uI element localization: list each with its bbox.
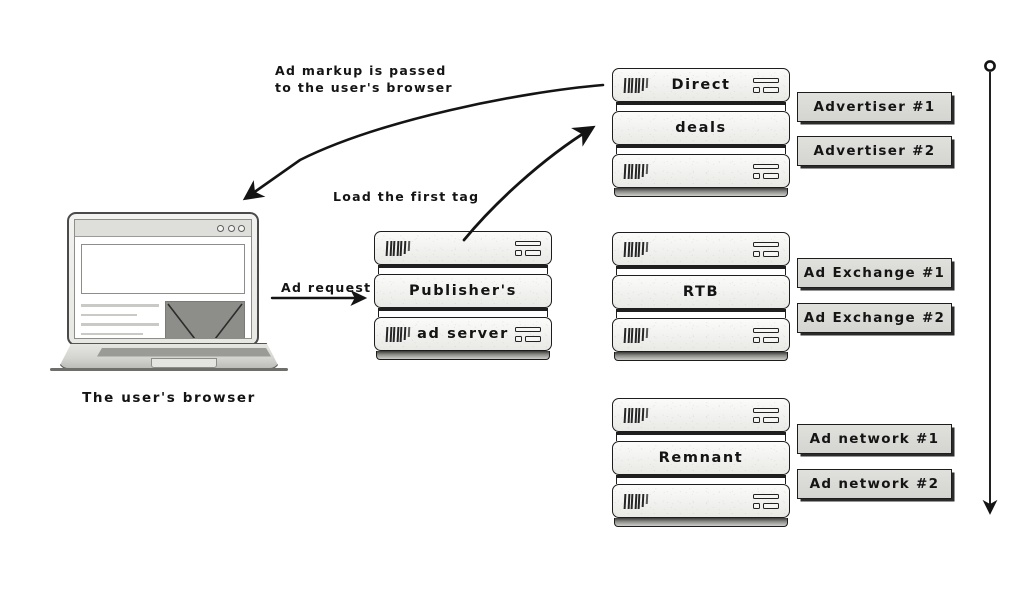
browser-caption: The user's browser	[82, 390, 256, 406]
plate-advertiser-2: Advertiser #2	[797, 136, 952, 166]
server-unit	[612, 318, 790, 352]
server-unit-label	[613, 399, 789, 431]
server-unit: Publisher's	[374, 274, 552, 308]
server-unit-label	[375, 232, 551, 264]
arrow-ad-markup	[242, 83, 605, 201]
stack-base	[614, 518, 788, 527]
laptop-base	[44, 343, 294, 372]
page-text-lines	[81, 301, 159, 338]
server-unit	[612, 484, 790, 518]
server-unit: deals	[612, 111, 790, 145]
server-unit: Direct	[612, 68, 790, 102]
plate-ad-exchange-1: Ad Exchange #1	[797, 258, 952, 288]
server-unit-label	[613, 485, 789, 517]
ad-slot-placeholder	[165, 301, 245, 338]
keyboard-keys	[97, 347, 271, 357]
stack-divider	[378, 308, 548, 317]
server-unit-label: Remnant	[658, 450, 744, 466]
stack-publishers-ad-server: Publisher's ad server	[374, 231, 552, 360]
server-unit	[612, 232, 790, 266]
browser-titlebar	[75, 220, 251, 237]
server-unit	[612, 398, 790, 432]
stack-direct-deals: Direct deals	[612, 68, 790, 197]
stack-divider	[616, 145, 786, 154]
stack-divider	[616, 102, 786, 111]
page-hero-block	[81, 244, 245, 294]
laptop-lid	[67, 212, 259, 346]
server-unit: RTB	[612, 275, 790, 309]
stack-divider	[616, 432, 786, 441]
server-unit	[612, 154, 790, 188]
stack-base	[614, 188, 788, 197]
server-unit	[374, 231, 552, 265]
stack-divider	[616, 309, 786, 318]
stack-rtb: RTB	[612, 232, 790, 361]
stack-divider	[378, 265, 548, 274]
server-unit-label: ad server	[417, 326, 509, 342]
priority-axis-start-circle-icon	[984, 60, 996, 72]
server-unit: Remnant	[612, 441, 790, 475]
page-lower-row	[81, 301, 245, 338]
stack-base	[376, 351, 550, 360]
stack-remnant: Remnant	[612, 398, 790, 527]
browser-window	[74, 219, 252, 339]
plate-ad-exchange-2: Ad Exchange #2	[797, 303, 952, 333]
annotation-ad-markup: Ad markup is passed to the user's browse…	[275, 62, 453, 96]
server-unit-label: Publisher's	[409, 283, 517, 299]
diagram-canvas: Ad markup is passed to the user's browse…	[0, 0, 1024, 592]
server-unit-label	[613, 155, 789, 187]
laptop-trackpad	[151, 358, 217, 368]
stack-divider	[616, 266, 786, 275]
plate-ad-network-1: Ad network #1	[797, 424, 952, 454]
server-unit: ad server	[374, 317, 552, 351]
plate-ad-network-2: Ad network #2	[797, 469, 952, 499]
stack-base	[614, 352, 788, 361]
server-unit-label: Direct	[671, 77, 731, 93]
arrow-load-first-tag	[462, 125, 596, 242]
server-unit-label	[613, 233, 789, 265]
laptop-keyboard-deck	[58, 343, 280, 369]
laptop-shadow-line	[50, 368, 288, 371]
server-unit-label: deals	[675, 120, 727, 136]
server-unit-label	[613, 319, 789, 351]
annotation-ad-markup-line1: Ad markup is passed	[275, 63, 447, 78]
stack-divider	[616, 475, 786, 484]
plate-advertiser-1: Advertiser #1	[797, 92, 952, 122]
user-browser-laptop: The user's browser	[44, 212, 294, 406]
annotation-ad-markup-line2: to the user's browser	[275, 80, 453, 95]
annotation-load-first-tag: Load the first tag	[333, 189, 480, 204]
server-unit-label: RTB	[682, 284, 720, 300]
traffic-light-dots-icon	[217, 224, 245, 232]
annotation-ad-request: Ad request	[281, 280, 372, 295]
